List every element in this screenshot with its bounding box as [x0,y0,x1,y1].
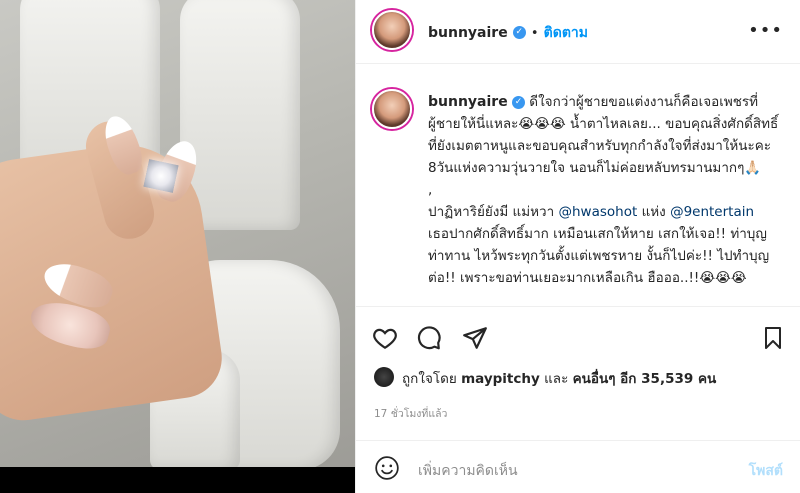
header-avatar[interactable] [372,10,412,50]
caption-username[interactable]: bunnyaire [428,94,508,110]
caption-avatar[interactable] [372,89,412,129]
post-header: bunnyaire ✓ • ติดตาม ••• [356,0,800,64]
likes-others[interactable]: คนอื่นๆ อีก 35,539 คน [573,371,717,387]
comment-bar: เพิ่มความคิดเห็น โพสต์ [356,440,800,493]
post-timestamp[interactable]: 17 ชั่วโมงที่แล้ว [374,405,447,422]
post-button[interactable]: โพสต์ [749,460,783,482]
emoji-icon[interactable] [374,455,400,481]
mention-9entertain[interactable]: @9entertain [670,204,754,220]
comment-icon[interactable] [416,325,442,351]
caption-verified-icon: ✓ [512,95,525,109]
caption-line-4: เธอปากศักดิ์สิทธิ์มาก เหมือนเสกให้หาย เส… [428,226,772,286]
header-username[interactable]: bunnyaire [428,25,508,41]
caption-text: bunnyaire ✓ ดีใจกว่าผู้ชายขอแต่งงานก็คือ… [428,91,786,289]
likes-middle: และ [544,371,569,387]
liker-avatar[interactable] [374,367,394,387]
likes-user[interactable]: maypitchy [461,371,540,387]
mention-hwasohot[interactable]: @hwasohot [559,204,638,220]
likes-prefix: ถูกใจโดย [402,371,457,387]
heart-icon[interactable] [372,325,398,351]
header-dot: • [530,26,539,41]
caption-line-3b: แห่ง [637,204,671,220]
action-bar: ถูกใจโดย maypitchy และ คนอื่นๆ อีก 35,53… [356,306,800,426]
bookmark-icon[interactable] [761,325,785,351]
photo-image [0,0,355,467]
caption-area: bunnyaire ✓ ดีใจกว่าผู้ชายขอแต่งงานก็คือ… [356,65,800,305]
caption-line-3a: ปาฏิหาริย์ยังมี แม่หวา [428,204,559,220]
verified-icon: ✓ [512,26,526,39]
post-sidebar: bunnyaire ✓ • ติดตาม ••• bunnyaire ✓ ดีใ… [355,0,800,493]
comment-input[interactable]: เพิ่มความคิดเห็น [418,460,518,482]
photo-boot-right [180,0,300,230]
follow-button[interactable]: ติดตาม [544,25,588,41]
more-icon[interactable]: ••• [748,20,783,41]
likes-summary: ถูกใจโดย maypitchy และ คนอื่นๆ อีก 35,53… [402,367,716,389]
post-photo[interactable] [0,0,355,493]
photo-diamond [143,159,179,193]
caption-line-2: , [428,182,433,198]
share-icon[interactable] [462,325,488,351]
